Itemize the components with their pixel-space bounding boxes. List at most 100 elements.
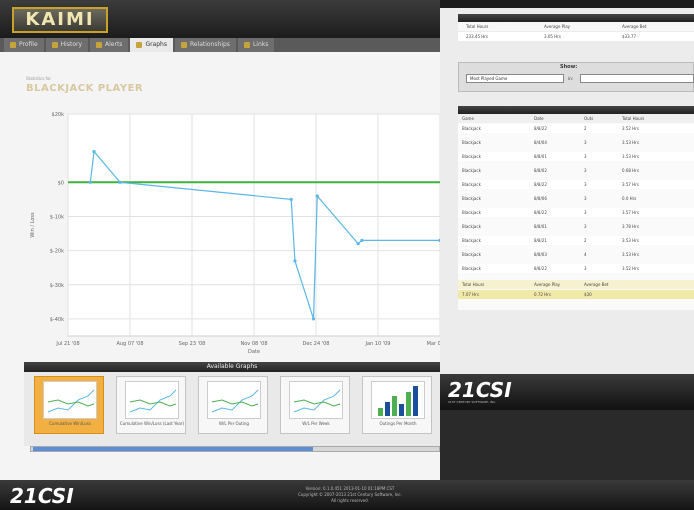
table-cell: 3.53 Hrs <box>622 238 639 243</box>
thumbnail-caption: W/L Per Outing <box>219 421 249 426</box>
table-cell: Blackjack <box>462 238 481 243</box>
thumb-line <box>293 399 341 407</box>
table-cell: $30 <box>584 292 592 297</box>
table-cell: Total Hours <box>462 282 485 287</box>
data-point <box>92 149 96 154</box>
y-tick-label: $0 <box>58 180 64 186</box>
thumb-bar <box>413 386 418 416</box>
footer-text: Version: 0.1.0.451 2013-01-10 01:18PM CS… <box>250 486 450 504</box>
thumbnail-caption: W/L Per Week <box>302 421 330 426</box>
y-tick-label: $-40k <box>50 317 64 323</box>
table-cell: 3 <box>584 182 587 187</box>
person-icon <box>10 42 16 48</box>
thumbnail-chart <box>293 389 341 413</box>
tab-alerts[interactable]: Alerts <box>90 38 129 52</box>
table-row: Blackjack 8/4/04 3 3.53 Hrs <box>458 138 694 147</box>
rights-text: All rights reserved. <box>331 498 369 503</box>
thumb-bar <box>406 392 411 416</box>
table-cell: 3.57 Hrs <box>622 210 639 215</box>
in-input[interactable] <box>580 74 694 83</box>
y-tick-label: $-10k <box>50 214 64 220</box>
people-icon <box>180 42 187 48</box>
graph-icon <box>136 42 143 48</box>
tab-profile[interactable]: Profile <box>4 38 44 52</box>
table-header-row: Game Date Outs Total Hours <box>458 114 694 123</box>
summary-values: 233.45 Hrs 3.05 Hrs $33.77 <box>458 32 694 41</box>
table-cell: 3.78 Hrs <box>622 224 639 229</box>
table-cell: Blackjack <box>462 126 481 131</box>
table-cell: 8/4/04 <box>534 140 547 145</box>
show-select[interactable]: Most Played Game <box>466 74 564 83</box>
table-cell: 3 <box>584 196 587 201</box>
graph-thumbnail[interactable]: W/L Per Outing <box>198 376 268 434</box>
right-window: Total Hours Average Play Average Bet 233… <box>440 0 694 410</box>
table-cell: 8/8/01 <box>534 224 547 229</box>
tab-label: History <box>60 41 83 48</box>
thumbnail-caption: Cumulative Win/Loss <box>49 421 91 426</box>
win-loss-chart: $20k $0 $-10k $-20k $-30k $-40k Jul 21 '08 Aug … <box>30 112 440 355</box>
table-cell: 2 <box>584 238 587 243</box>
graph-thumbnail[interactable]: W/L Per Week <box>280 376 350 434</box>
table-row: Blackjack 8/8/03 4 3.53 Hrs <box>458 250 694 259</box>
tab-label: Graphs <box>145 41 167 48</box>
thumbnail-chart <box>129 389 177 413</box>
x-tick-label: Jul 21 '08 <box>55 341 79 347</box>
x-tick-label: Mar 08 '09 <box>427 341 440 347</box>
y-tick-label: $-20k <box>50 249 64 255</box>
in-label: in: <box>568 76 573 81</box>
table-cell: 3 <box>584 140 587 145</box>
tab-label: Relationships <box>189 41 230 48</box>
x-tick-label: Aug 07 '08 <box>116 341 143 347</box>
x-tick-label: Jan 10 '09 <box>365 341 391 347</box>
tab-graphs[interactable]: Graphs <box>130 38 173 52</box>
thumbnail-scrollbar[interactable] <box>30 446 440 452</box>
data-point <box>311 317 316 321</box>
main-window: KAIMI Profile History Alerts Graphs Rela… <box>0 0 440 510</box>
summary-header-bar <box>458 14 694 22</box>
available-graphs-header: Available Graphs <box>24 362 440 372</box>
table-row: Blackjack 8/8/22 3 3.57 Hrs <box>458 208 694 217</box>
table-cell: 8/8/22 <box>534 266 547 271</box>
table-cell: 0.72 Hrs <box>534 292 551 297</box>
table-cell: 4 <box>584 252 587 257</box>
thumb-bar <box>385 402 390 416</box>
table-cell: 3.57 Hrs <box>622 182 639 187</box>
table-row: Blackjack 8/8/06 3 0.0 Hrs <box>458 194 694 203</box>
table-cell: Average Play <box>534 282 561 287</box>
thumb-line <box>47 399 95 407</box>
scrollbar-thumb[interactable] <box>33 447 313 451</box>
summary-value: 233.45 Hrs <box>466 34 489 39</box>
x-axis-label: Date <box>248 349 260 355</box>
total-values-row: 7.07 Hrs 0.72 Hrs $30 <box>458 290 694 299</box>
table-cell: Blackjack <box>462 140 481 145</box>
thumbnail-chart <box>211 389 259 413</box>
data-point <box>118 180 122 184</box>
table-cell: 3 <box>584 168 587 173</box>
tab-relationships[interactable]: Relationships <box>174 38 236 52</box>
table-cell: Blackjack <box>462 196 481 201</box>
data-point <box>88 180 92 184</box>
table-cell: 3.52 Hrs <box>622 266 639 271</box>
summary-header: Total Hours <box>466 24 489 29</box>
tab-links[interactable]: Links <box>237 38 275 52</box>
table-cell: 8/8/03 <box>534 252 547 257</box>
kaimi-logo: KAIMI <box>12 7 108 33</box>
thumbnail-caption: Cumulative Win/Loss (Last Year) <box>119 421 185 426</box>
y-tick-label: $20k <box>52 112 65 118</box>
table-cell: Blackjack <box>462 252 481 257</box>
graph-thumbnails: Cumulative Win/Loss Cumulative Win/Loss (… <box>24 372 440 446</box>
table-cell: Total Hours <box>622 116 645 121</box>
table-cell: 8/8/01 <box>534 154 547 159</box>
outings-table: Game Date Outs Total Hours Blackjack 8/8/22 2 3… <box>458 114 694 310</box>
table-cell: Blackjack <box>462 210 481 215</box>
table-cell: 7.07 Hrs <box>462 292 479 297</box>
table-cell: 3.52 Hrs <box>622 126 639 131</box>
table-cell: 3 <box>584 266 587 271</box>
graph-thumbnail[interactable]: Cumulative Win/Loss (Last Year) <box>116 376 186 434</box>
graph-thumbnail[interactable]: Cumulative Win/Loss <box>34 376 104 434</box>
table-cell: Blackjack <box>462 266 481 271</box>
tab-label: Profile <box>19 41 38 48</box>
x-tick-label: Nov 08 '08 <box>240 341 267 347</box>
graph-thumbnail[interactable]: Outings Per Month <box>362 376 432 434</box>
tab-history[interactable]: History <box>45 38 89 52</box>
